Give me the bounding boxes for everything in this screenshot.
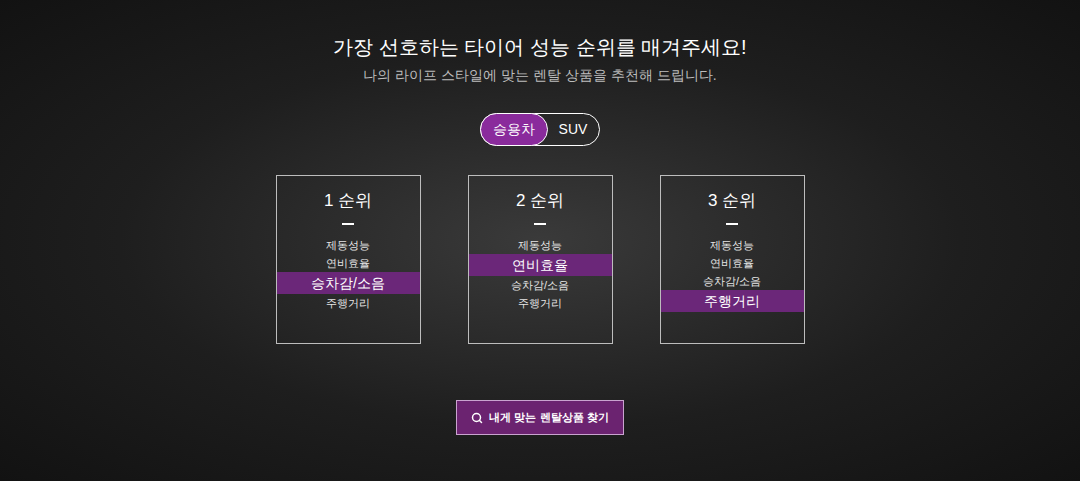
rank-card: 3 순위제동성능연비효율승차감/소음주행거리 — [660, 175, 805, 344]
rank-title: 3 순위 — [708, 190, 756, 212]
rank-option[interactable]: 주행거리 — [277, 294, 420, 312]
rank-cards: 1 순위제동성능연비효율승차감/소음주행거리2 순위제동성능연비효율승차감/소음… — [276, 175, 805, 344]
rank-card: 1 순위제동성능연비효율승차감/소음주행거리 — [276, 175, 421, 344]
rank-option[interactable]: 승차감/소음 — [469, 276, 612, 294]
rank-title: 2 순위 — [516, 190, 564, 212]
vehicle-tab[interactable]: 승용차 — [480, 113, 548, 146]
rank-option[interactable]: 연비효율 — [661, 254, 804, 272]
rank-option[interactable]: 승차감/소음 — [277, 272, 420, 294]
vehicle-tab[interactable]: SUV — [547, 114, 600, 145]
rank-divider — [534, 223, 546, 225]
search-button[interactable]: 내게 맞는 렌탈상품 찾기 — [456, 400, 623, 435]
rank-option[interactable]: 제동성능 — [277, 236, 420, 254]
rank-option[interactable]: 연비효율 — [277, 254, 420, 272]
rank-option[interactable]: 제동성능 — [661, 236, 804, 254]
rank-divider — [342, 223, 354, 225]
rank-title: 1 순위 — [324, 190, 372, 212]
rank-option[interactable]: 주행거리 — [661, 290, 804, 312]
rank-option[interactable]: 연비효율 — [469, 254, 612, 276]
rank-option[interactable]: 제동성능 — [469, 236, 612, 254]
tire-ranking-section: 가장 선호하는 타이어 성능 순위를 매겨주세요! 나의 라이프 스타일에 맞는 … — [0, 0, 1080, 481]
rank-option[interactable]: 주행거리 — [469, 294, 612, 312]
section-title: 가장 선호하는 타이어 성능 순위를 매겨주세요! — [333, 34, 746, 60]
rank-option[interactable]: 승차감/소음 — [661, 272, 804, 290]
section-subtitle: 나의 라이프 스타일에 맞는 렌탈 상품을 추천해 드립니다. — [363, 65, 716, 85]
search-icon — [471, 412, 483, 424]
rank-card: 2 순위제동성능연비효율승차감/소음주행거리 — [468, 175, 613, 344]
vehicle-toggle: 승용차SUV — [480, 113, 601, 146]
rank-divider — [726, 223, 738, 225]
